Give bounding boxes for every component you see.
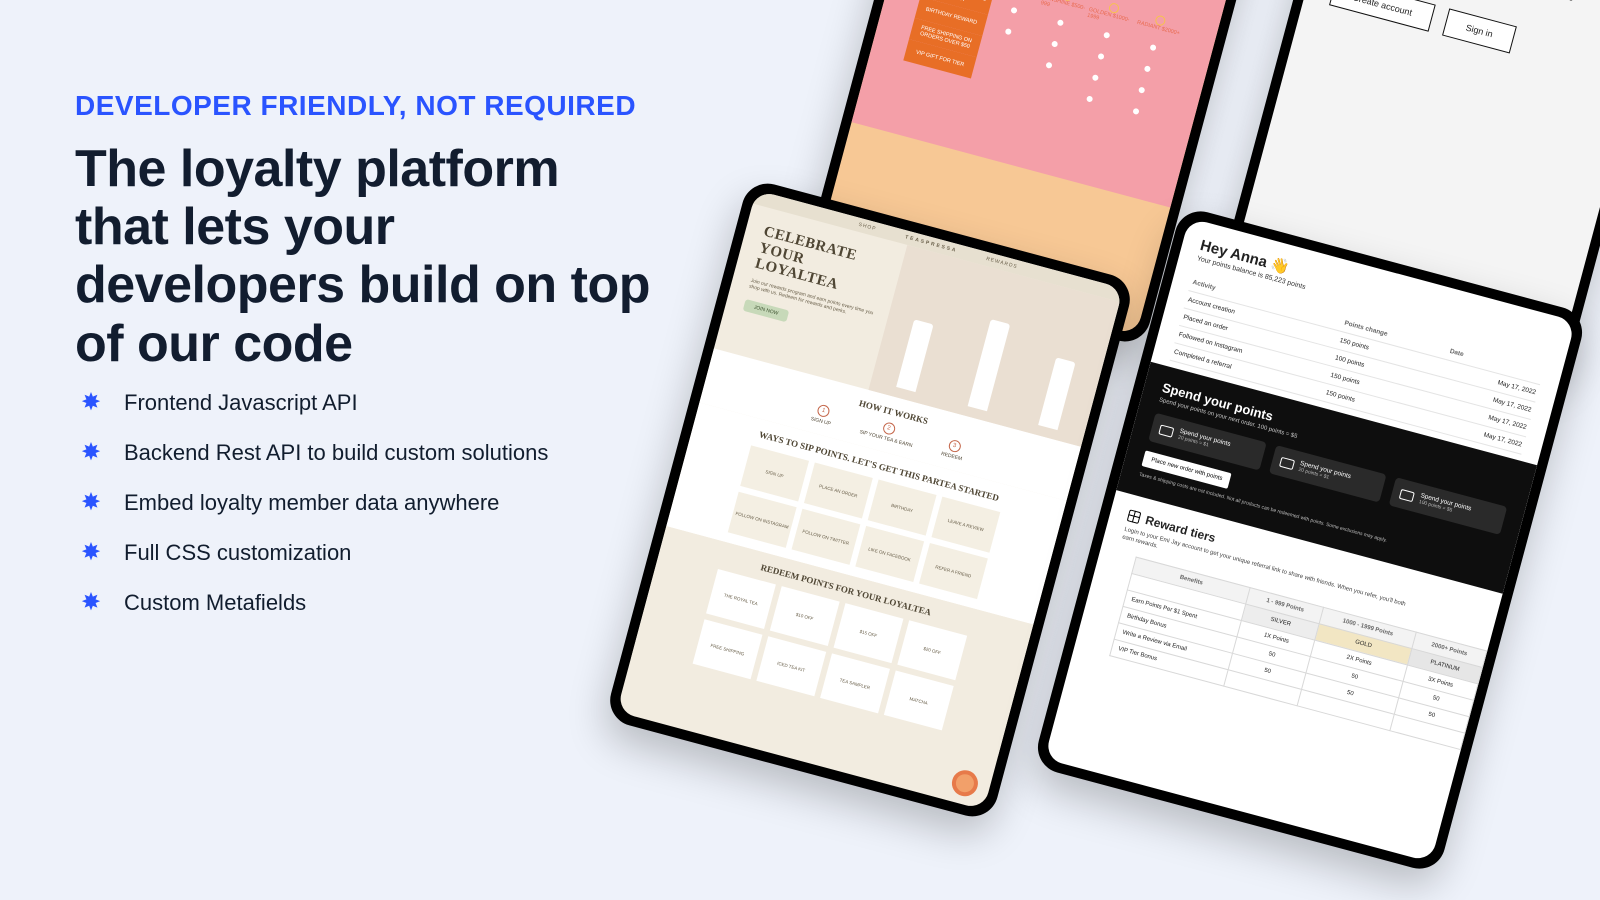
feature-label: Full CSS customization <box>124 540 351 566</box>
tier-grid: SUNBEAM $0-499 SUNSHINE $500-999 GOLDEN … <box>903 0 1185 128</box>
tablet-dashboard: Hey Anna 👋 Your points balance is 85,223… <box>1032 206 1588 875</box>
redeem-tiles: THE ROYAL TEA$10 OFF $15 OFF$20 OFF FREE… <box>634 553 1026 746</box>
sun-icon <box>1108 2 1120 14</box>
rewards-body: Login to your Emi Jay account to get you… <box>1121 526 1415 620</box>
ways-tiles: SIGN UPPLACE AN ORDER BIRTHDAYLEAVE A RE… <box>669 430 1059 615</box>
feature-label: Frontend Javascript API <box>124 390 358 416</box>
tablet-teaspressa: SHOP TEASPRESSA REWARDS CELEBRATE YOUR L… <box>604 178 1135 822</box>
spend-card[interactable]: Spend your points100 points = $5 <box>1389 477 1507 535</box>
feature-item: Frontend Javascript API <box>80 390 640 416</box>
gift-icon <box>1127 509 1142 524</box>
reward-tiers: Reward tiers Login to your Emi Jay accou… <box>1071 490 1503 763</box>
spend-sub: Spend your points on your next order. 10… <box>1158 397 1511 497</box>
tablet-sunshine: LIKE ON FB FOLLOW ON IG $1 SPENT = 1 POI… <box>805 0 1265 347</box>
hero-title: CELEBRATE YOUR LOYALTEA <box>753 224 889 305</box>
brand: TEASPRESSA <box>904 234 958 254</box>
ways-title: WAYS TO SIP POINTS. LET'S GET THIS PARTE… <box>694 412 1064 520</box>
greeting: Hey Anna 👋 <box>1198 236 1554 348</box>
coupon-icon <box>1279 456 1295 469</box>
eyebrow: DEVELOPER FRIENDLY, NOT REQUIRED <box>75 90 665 122</box>
coupon-icon <box>1158 424 1174 437</box>
feature-item: Backend Rest API to build custom solutio… <box>80 440 640 466</box>
tier-table: Benefits 1 - 999 Points 1000 - 1999 Poin… <box>1109 556 1487 750</box>
sun-icon <box>1154 14 1166 26</box>
feature-item: Custom Metafields <box>80 590 640 616</box>
burst-icon <box>80 392 102 414</box>
spend-title: Spend your points <box>1161 380 1516 489</box>
sun-icon <box>1062 0 1074 2</box>
burst-icon <box>80 542 102 564</box>
spend-fineprint: Taxes & shipping costs are not included.… <box>1138 472 1491 572</box>
feature-label: Backend Rest API to build custom solutio… <box>124 440 548 466</box>
spend-panel: Spend your points Spend your points on y… <box>1116 362 1537 594</box>
hero-body: Join our rewards program and earn points… <box>749 277 875 322</box>
site-nav: SHOP TEASPRESSA REWARDS <box>753 190 1124 302</box>
headline: The loyalty platform that lets your deve… <box>75 140 665 373</box>
place-order-button[interactable]: Place new order with points <box>1141 450 1231 489</box>
balance: Your points balance is 85,223 points <box>1196 255 1549 356</box>
coupon-icon <box>1399 489 1415 502</box>
feature-item: Embed loyalty member data anywhere <box>80 490 640 516</box>
fruit-icon <box>949 767 981 799</box>
join-button[interactable]: JOIN NOW <box>743 299 790 322</box>
redeem-title: REDEEM POINTS FOR YOUR LOYALTEA <box>661 536 1031 644</box>
create-account-button[interactable]: Create account <box>1329 0 1436 32</box>
sign-in-button[interactable]: Sign in <box>1442 9 1516 54</box>
burst-icon <box>80 442 102 464</box>
spend-card[interactable]: Spend your points20 points = $1 <box>1148 413 1266 471</box>
feature-list: Frontend Javascript API Backend Rest API… <box>80 390 640 640</box>
feature-label: Custom Metafields <box>124 590 306 616</box>
burst-icon <box>80 592 102 614</box>
activity-table: ActivityPoints changeDate Account creati… <box>1170 274 1545 455</box>
spend-card[interactable]: Spend your points20 points = $1 <box>1269 445 1387 503</box>
tablet-welcome: Welcome to Loyalty Lab Come get your han… <box>1217 0 1600 379</box>
how-title: HOW IT WORKS <box>709 358 1079 466</box>
tablet-collage: LIKE ON FB FOLLOW ON IG $1 SPENT = 1 POI… <box>640 0 1600 900</box>
burst-icon <box>80 492 102 514</box>
welcome-body: Come get your hands dirty at our shop. E… <box>1342 0 1584 19</box>
feature-label: Embed loyalty member data anywhere <box>124 490 499 516</box>
feature-item: Full CSS customization <box>80 540 640 566</box>
